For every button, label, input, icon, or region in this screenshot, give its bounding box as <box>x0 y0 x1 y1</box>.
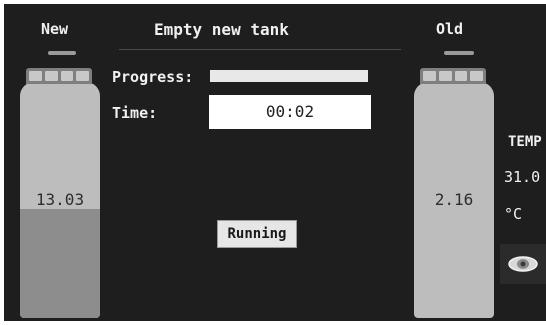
page-title: Empty new tank <box>154 20 289 39</box>
temperature-value: 31.0 <box>504 168 541 186</box>
old-tank-indicator <box>444 51 474 55</box>
temperature-unit: °C <box>504 205 523 223</box>
temperature-label: TEMP <box>508 134 542 150</box>
tank-control-screen: New Empty new tank Old 13.03 2.16 Progre… <box>4 4 546 321</box>
progress-bar <box>210 70 368 82</box>
running-button[interactable]: Running <box>217 220 297 248</box>
new-tank-cap <box>26 68 92 84</box>
time-display: 00:02 <box>209 95 371 129</box>
eye-icon <box>508 256 538 272</box>
old-tank: 2.16 <box>414 82 494 318</box>
new-tank-indicator <box>48 51 76 55</box>
old-tank-cap <box>420 68 486 84</box>
new-tank: 13.03 <box>20 82 100 318</box>
time-label: Time: <box>112 104 158 122</box>
new-tank-label: New <box>41 20 69 38</box>
old-tank-value: 2.16 <box>434 190 474 209</box>
old-tank-label: Old <box>436 20 464 38</box>
title-divider <box>119 49 401 50</box>
view-button[interactable] <box>500 244 546 284</box>
new-tank-fill <box>20 209 100 318</box>
new-tank-value: 13.03 <box>35 190 85 209</box>
progress-label: Progress: <box>112 68 194 86</box>
